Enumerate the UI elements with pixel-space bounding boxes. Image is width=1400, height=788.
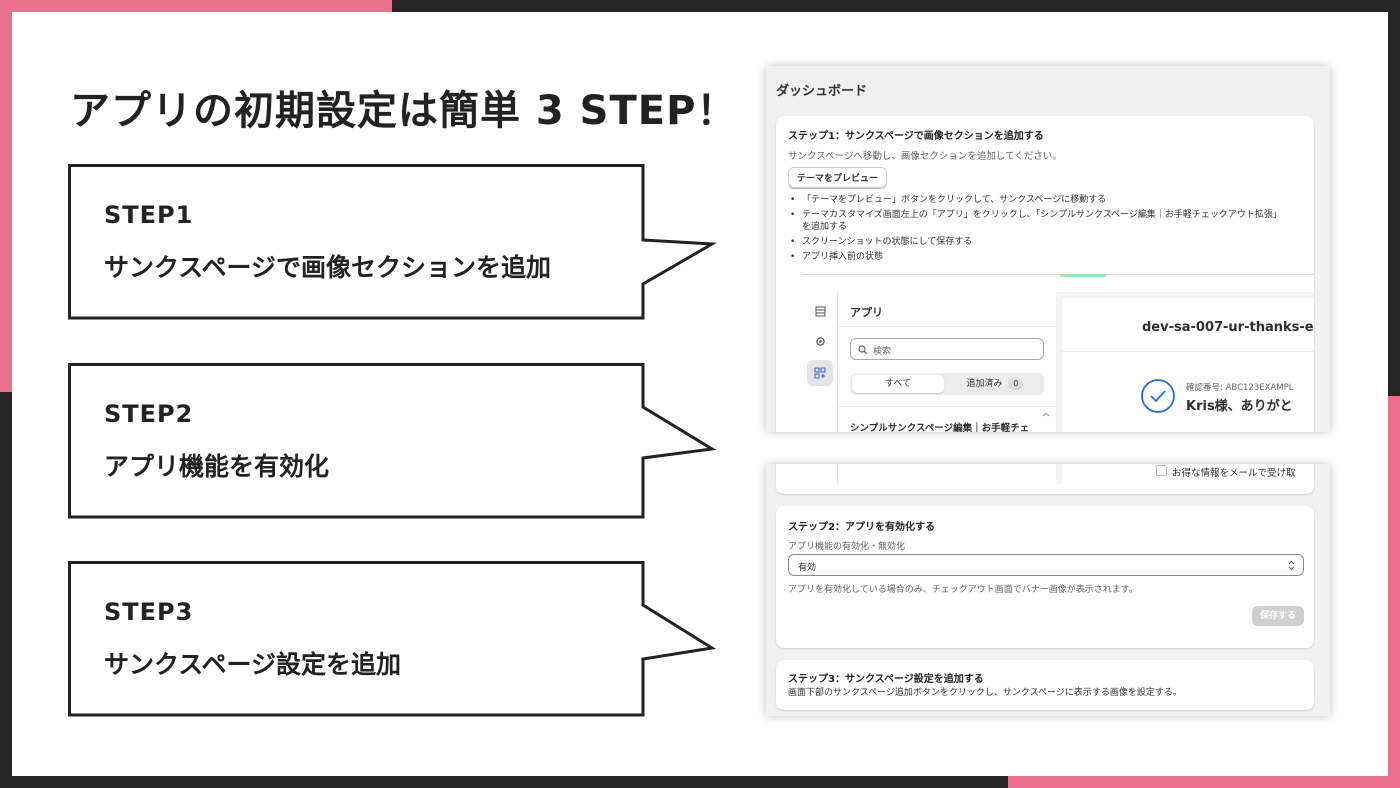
theme-preview-button[interactable]: テーマをプレビュー xyxy=(788,167,888,188)
thanks-message: Kris様、ありがと xyxy=(1186,399,1293,414)
apps-icon xyxy=(814,367,826,379)
activation-help-text: アプリを有効化している場合のみ、チェックアウト画面でバナー画像が表示されます。 xyxy=(788,585,1138,595)
list-item: スクリーンショットの状態にして保存する xyxy=(788,236,1308,248)
step1-description: サンクスページで画像セクションを追加 xyxy=(104,253,552,282)
search-icon xyxy=(858,345,868,355)
tab-all[interactable]: すべて xyxy=(852,375,944,393)
save-button[interactable]: 保存する xyxy=(1252,606,1304,626)
step1-instructions: 「テーマをプレビュー」ボタンをクリックして、サンクスページに移動する テーマカス… xyxy=(788,194,1308,266)
step1-subtext: サンクスページへ移動し、画像セクションを追加してください。 xyxy=(788,151,1062,162)
sections-icon[interactable] xyxy=(815,306,826,317)
divider xyxy=(838,326,1056,327)
newsletter-checkbox[interactable] xyxy=(1156,465,1167,476)
select-chevron-icon xyxy=(1288,560,1295,571)
confirmation-number: 確認番号: ABC123EXAMPL xyxy=(1186,383,1294,393)
activation-field-label: アプリ機能の有効化・無効化 xyxy=(788,542,906,552)
apps-panel xyxy=(838,464,1056,484)
step3-callout: STEP3 サンクスページ設定を追加 xyxy=(68,561,717,717)
step1-card-continuation: お得な情報をメールで受け取 xyxy=(776,464,1314,494)
slide-title: アプリの初期設定は簡単 3 STEP！ xyxy=(70,88,738,134)
tab-added-label: 追加済み xyxy=(966,379,1003,389)
step1-heading: ステップ1：サンクスページで画像セクションを追加する xyxy=(788,131,1044,142)
editor-icon-rail xyxy=(802,292,838,432)
scroll-up-icon[interactable] xyxy=(1042,411,1050,417)
theme-editor-screenshot-bottom: お得な情報をメールで受け取 xyxy=(802,464,1314,484)
tab-added-count-badge: 0 xyxy=(1008,378,1024,390)
list-item-text: を追加する xyxy=(802,222,848,232)
dashboard-screenshot-top: ダッシュボード ステップ1：サンクスページで画像セクションを追加する サンクスペ… xyxy=(766,66,1330,432)
step2-card: ステップ2：アプリを有効化する アプリ機能の有効化・無効化 有効 アプリを有効化… xyxy=(776,506,1314,648)
apps-rail-button[interactable] xyxy=(807,360,833,386)
theme-editor-screenshot: アプリ 検索 すべて 追加済み 0 シンプルサンクスページ編集｜お手軽チェ de… xyxy=(802,292,1314,432)
divider xyxy=(838,406,1056,407)
list-item-text: テーマカスタマイズ画面左上の「アプリ」をクリックし、「シンプルサンクスページ編集… xyxy=(802,210,1282,220)
app-item-thanks-page[interactable]: シンプルサンクスページ編集｜お手軽チェ xyxy=(850,420,1029,432)
dashboard-screenshot-bottom: お得な情報をメールで受け取 ステップ2：アプリを有効化する アプリ機能の有効化・… xyxy=(766,464,1330,716)
newsletter-label: お得な情報をメールで受け取 xyxy=(1172,468,1296,479)
step1-card: ステップ1：サンクスページで画像セクションを追加する サンクスページへ移動し、画… xyxy=(776,116,1314,432)
gear-icon[interactable] xyxy=(815,336,826,347)
step3-description: サンクスページ設定を追加 xyxy=(104,650,402,679)
tab-added[interactable]: 追加済み 0 xyxy=(948,375,1042,393)
activation-select[interactable]: 有効 xyxy=(788,554,1304,576)
list-item: 「テーマをプレビュー」ボタンをクリックして、サンクスページに移動する xyxy=(788,194,1308,206)
step2-callout: STEP2 アプリ機能を有効化 xyxy=(68,363,717,519)
step3-heading: ステップ3：サンクスページ設定を追加する xyxy=(788,674,984,685)
editor-accent-bar xyxy=(1060,274,1106,277)
activation-select-value: 有効 xyxy=(798,563,817,573)
check-circle-icon xyxy=(1141,379,1175,413)
list-item: テーマカスタマイズ画面左上の「アプリ」をクリックし、「シンプルサンクスページ編集… xyxy=(788,209,1308,233)
step3-card: ステップ3：サンクスページ設定を追加する 画面下部のサンクスページ追加ボタンをク… xyxy=(776,660,1314,710)
step2-description: アプリ機能を有効化 xyxy=(104,452,330,481)
search-placeholder: 検索 xyxy=(873,347,892,357)
editor-icon-rail xyxy=(802,464,838,484)
divider xyxy=(1062,351,1314,352)
dashboard-title: ダッシュボード xyxy=(776,84,868,99)
editor-top-edge xyxy=(802,274,1314,282)
thanks-page-preview: お得な情報をメールで受け取 xyxy=(1062,464,1314,484)
thanks-page-preview: dev-sa-007-ur-thanks-e 確認番号: ABC123EXAMP… xyxy=(1062,298,1314,432)
list-item: アプリ挿入前の状態 xyxy=(788,251,1308,263)
step1-label: STEP1 xyxy=(104,201,194,229)
apps-search-input[interactable]: 検索 xyxy=(850,338,1044,360)
step2-heading: ステップ2：アプリを有効化する xyxy=(788,522,935,533)
step2-label: STEP2 xyxy=(104,400,194,428)
store-name: dev-sa-007-ur-thanks-e xyxy=(1142,320,1314,335)
step3-label: STEP3 xyxy=(104,598,194,626)
apps-panel: アプリ 検索 すべて 追加済み 0 シンプルサンクスページ編集｜お手軽チェ xyxy=(838,292,1056,432)
step1-callout: STEP1 サンクスページで画像セクションを追加 xyxy=(68,164,718,320)
step3-text: 画面下部のサンクスページ追加ボタンをクリックし、サンクスページに表示する画像を設… xyxy=(788,688,1182,698)
apps-panel-title: アプリ xyxy=(850,306,883,319)
apps-tabs: すべて 追加済み 0 xyxy=(850,373,1044,395)
